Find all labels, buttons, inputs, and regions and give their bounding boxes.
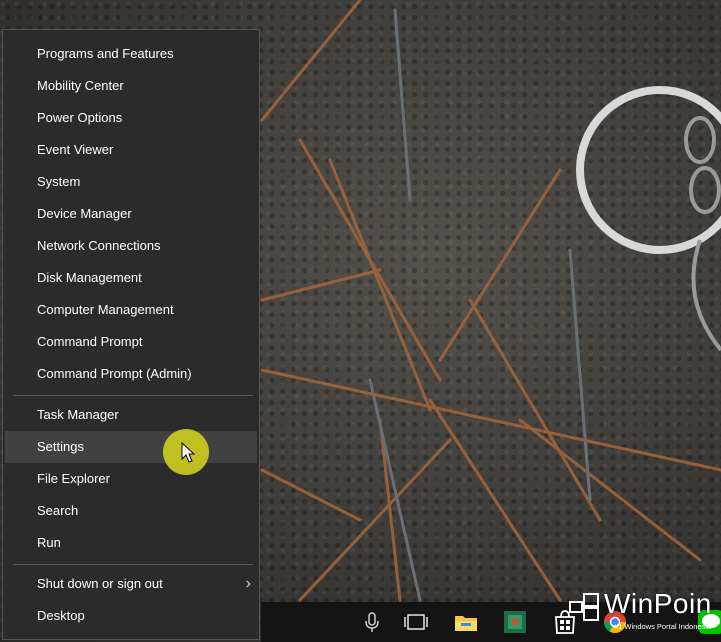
- app-icon[interactable]: [499, 606, 531, 638]
- menu-item-command-prompt[interactable]: Command Prompt: [5, 326, 257, 358]
- menu-item-task-manager[interactable]: Task Manager: [5, 399, 257, 431]
- menu-item-power-options[interactable]: Power Options: [5, 102, 257, 134]
- menu-item-disk-management[interactable]: Disk Management: [5, 262, 257, 294]
- menu-item-mobility-center[interactable]: Mobility Center: [5, 70, 257, 102]
- menu-item-programs-features[interactable]: Programs and Features: [5, 38, 257, 70]
- menu-item-file-explorer[interactable]: File Explorer: [5, 463, 257, 495]
- menu-separator: [13, 395, 253, 396]
- menu-item-system[interactable]: System: [5, 166, 257, 198]
- mouse-pointer-icon: [181, 442, 195, 463]
- chevron-right-icon: ›: [245, 575, 251, 592]
- menu-item-event-viewer[interactable]: Event Viewer: [5, 134, 257, 166]
- menu-item-desktop[interactable]: Desktop: [5, 600, 257, 632]
- windows-logo-icon: [569, 593, 599, 621]
- watermark-subtitle: #1 Windows Portal Indonesia: [614, 622, 712, 631]
- watermark-title: WinPoin: [604, 588, 712, 619]
- microphone-icon[interactable]: [356, 606, 388, 638]
- menu-item-shut-down-label: Shut down or sign out: [37, 576, 163, 591]
- menu-item-device-manager[interactable]: Device Manager: [5, 198, 257, 230]
- menu-separator: [13, 564, 253, 565]
- menu-item-search[interactable]: Search: [5, 495, 257, 527]
- menu-item-shut-down[interactable]: Shut down or sign out ›: [5, 568, 257, 600]
- menu-item-settings[interactable]: Settings: [5, 431, 257, 463]
- file-explorer-icon[interactable]: [450, 606, 482, 638]
- start-context-menu: Programs and Features Mobility Center Po…: [2, 29, 260, 640]
- menu-item-network-connections[interactable]: Network Connections: [5, 230, 257, 262]
- menu-item-computer-management[interactable]: Computer Management: [5, 294, 257, 326]
- menu-item-command-prompt-admin[interactable]: Command Prompt (Admin): [5, 358, 257, 390]
- menu-item-run[interactable]: Run: [5, 527, 257, 559]
- winpoin-watermark: WinPoin #1 Windows Portal Indonesia: [566, 586, 721, 642]
- task-view-icon[interactable]: [400, 606, 432, 638]
